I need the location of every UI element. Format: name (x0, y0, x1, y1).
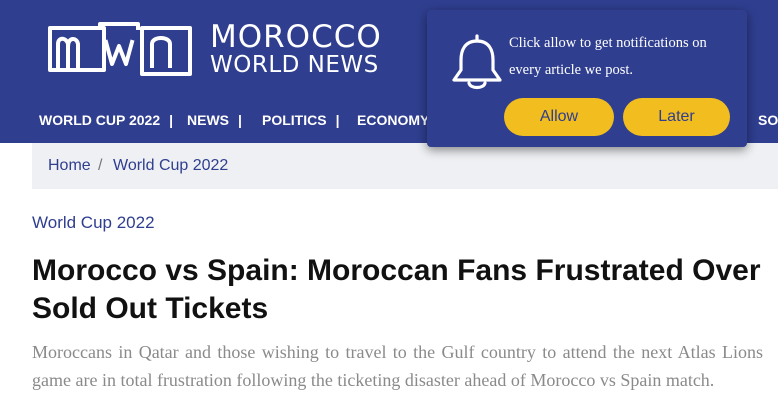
nav-item-world-cup-2022[interactable]: WORLD CUP 2022 | (39, 112, 173, 128)
breadcrumb-home-link[interactable]: Home (48, 157, 91, 175)
nav-item-label: NEWS (187, 112, 229, 128)
notification-message: Click allow to get notifications on ever… (509, 35, 707, 78)
breadcrumb-separator: / (98, 157, 103, 174)
later-button[interactable]: Later (623, 98, 730, 136)
nav-item-label: WORLD CUP 2022 (39, 112, 161, 128)
nav-separator: | (238, 112, 242, 128)
nav-item-label: ECONOMY (357, 112, 430, 128)
breadcrumb: Home / World Cup 2022 (32, 143, 778, 189)
site-logo[interactable]: MOROCCO WORLD NEWS (46, 20, 396, 80)
notification-prompt: Click allow to get notifications on ever… (427, 10, 747, 147)
logo-line-morocco: MOROCCO (210, 19, 382, 55)
nav-separator: | (169, 112, 174, 128)
nav-item-economy[interactable]: ECONOMY (357, 112, 429, 128)
nav-separator: | (335, 112, 340, 128)
article-excerpt: Moroccans in Qatar and those wishing to … (32, 342, 763, 390)
article-category[interactable]: World Cup 2022 (32, 213, 155, 233)
nav-item-label: SO (758, 112, 778, 128)
allow-button[interactable]: Allow (504, 98, 614, 136)
nav-item-politics[interactable]: POLITICS | (262, 112, 339, 128)
logo-line-world-news: WORLD NEWS (210, 52, 379, 78)
bell-icon (452, 34, 502, 90)
breadcrumb-current-link[interactable]: World Cup 2022 (113, 157, 228, 175)
logo-wordmark: MOROCCO WORLD NEWS (210, 22, 382, 77)
article-title: Morocco vs Spain: Moroccan Fans Frustrat… (32, 254, 761, 325)
mwn-logo-mark (48, 22, 192, 76)
nav-item-news[interactable]: NEWS | (187, 112, 242, 128)
nav-item-label: POLITICS (262, 112, 327, 128)
nav-item-society[interactable]: SO (758, 112, 778, 128)
